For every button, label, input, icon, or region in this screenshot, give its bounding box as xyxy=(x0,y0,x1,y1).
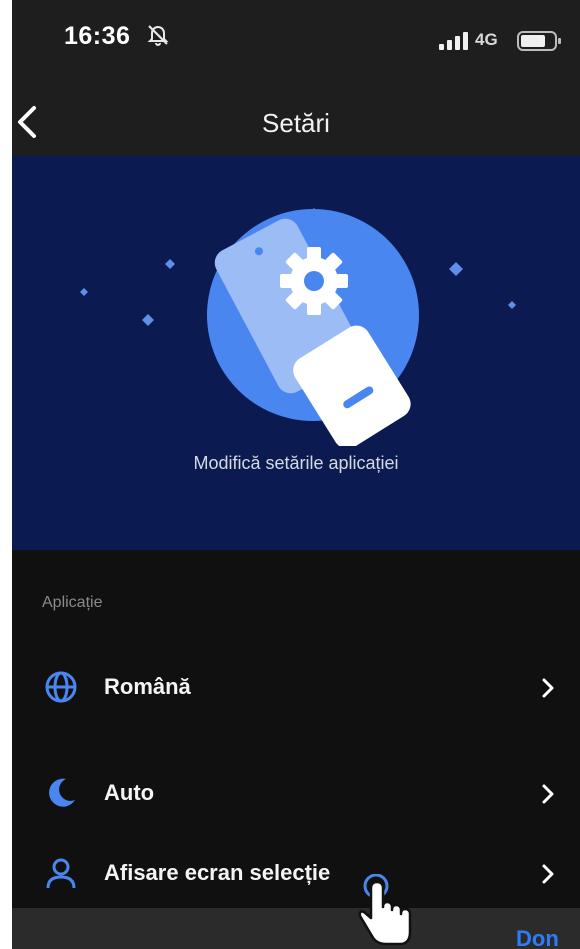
status-bar: 16:36 4G xyxy=(12,0,580,92)
keyboard-accessory-bar: Don xyxy=(12,908,580,949)
section-label: Aplicație xyxy=(42,594,103,611)
list-item-label: Română xyxy=(104,674,191,699)
chevron-right-icon xyxy=(542,864,554,884)
hand-pointer-icon xyxy=(358,874,412,946)
hero-banner: Modifică setările aplicației xyxy=(12,156,580,550)
globe-icon xyxy=(45,671,77,703)
status-time: 16:36 xyxy=(64,22,131,50)
hero-subtitle: Modifică setările aplicației xyxy=(193,453,399,473)
list-item-selection-screen[interactable]: Afisare ecran selecție xyxy=(12,834,580,914)
chevron-right-icon xyxy=(542,784,554,804)
phone-gear-icon xyxy=(80,208,516,446)
network-type: 4G xyxy=(475,30,498,49)
battery-icon xyxy=(517,31,561,51)
phone-screen: 16:36 4G Setări Modifică setările aplica… xyxy=(12,0,580,949)
nav-bar: Setări xyxy=(12,92,580,156)
list-item-theme[interactable]: Auto xyxy=(12,754,580,834)
list-item-label: Afisare ecran selecție xyxy=(104,860,331,885)
chevron-right-icon xyxy=(542,678,554,698)
bell-slash-icon xyxy=(147,25,169,46)
list-item-label: Auto xyxy=(104,780,155,805)
list-item-language[interactable]: Română xyxy=(12,648,580,728)
page-title: Setări xyxy=(262,108,330,138)
moon-icon xyxy=(49,778,75,807)
person-icon xyxy=(46,858,76,889)
done-button[interactable]: Don xyxy=(516,926,559,949)
signal-bars-icon xyxy=(439,32,468,50)
